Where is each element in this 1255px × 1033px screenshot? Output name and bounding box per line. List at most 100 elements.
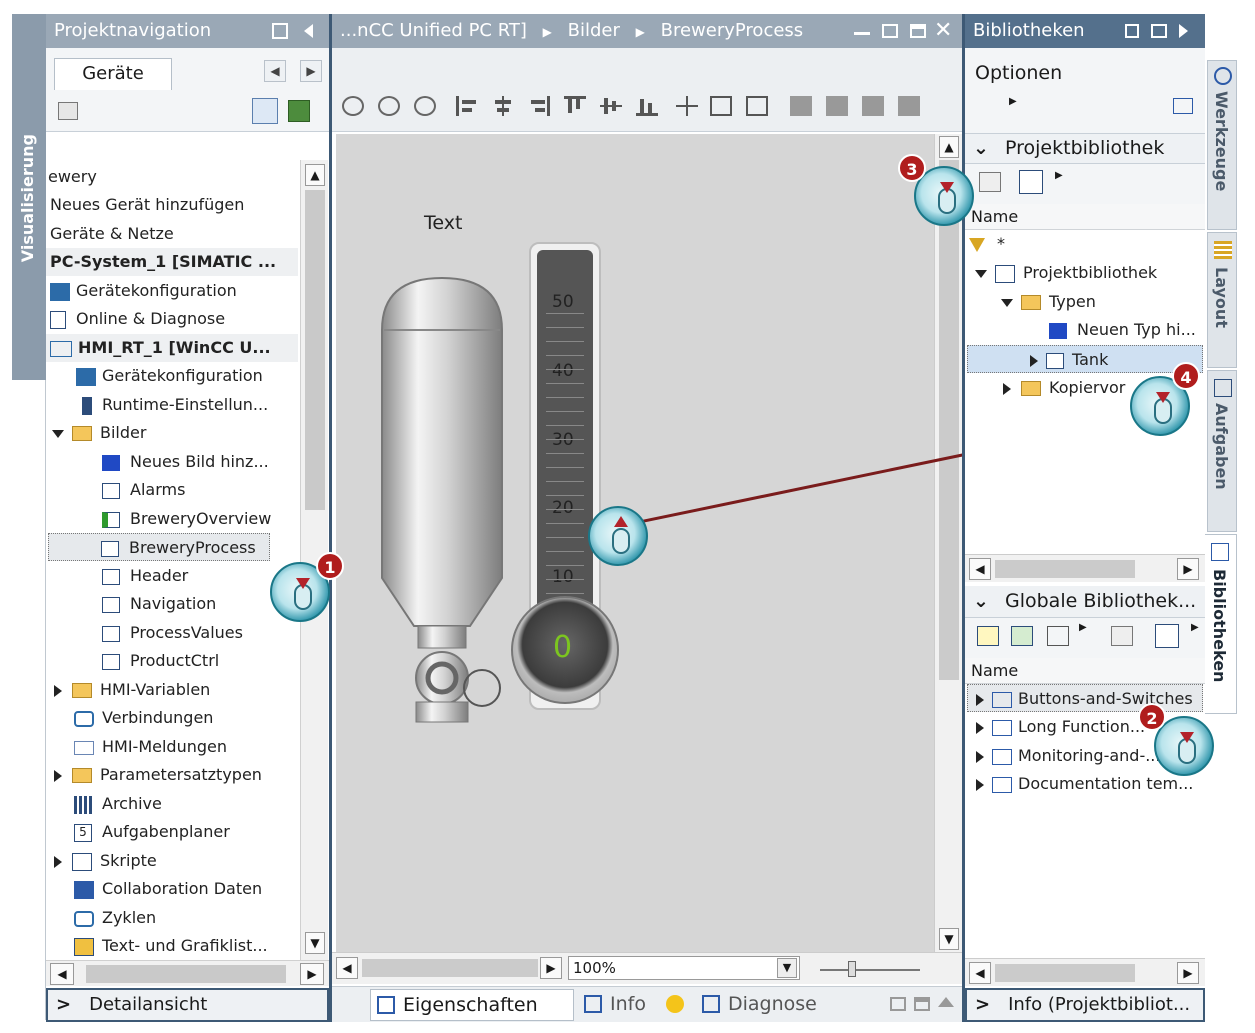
- tree-row-brewery[interactable]: ewery: [48, 163, 97, 191]
- tree-row-neuen-typ[interactable]: Neuen Typ hi...: [1049, 316, 1196, 344]
- rotate-icon[interactable]: [342, 96, 364, 116]
- tree-row-header[interactable]: Header: [102, 562, 188, 590]
- collapse-left-icon[interactable]: [304, 24, 313, 38]
- scroll-tabs-left-button[interactable]: ◀: [264, 60, 286, 82]
- visualisierung-vertical-tab[interactable]: Visualisierung: [12, 14, 46, 380]
- window-icon[interactable]: [1173, 98, 1193, 114]
- rotate-left-icon[interactable]: [378, 96, 400, 116]
- copy-icon[interactable]: [1047, 626, 1069, 646]
- expand-right-icon[interactable]: ▶: [1055, 170, 1063, 181]
- filter-row[interactable]: *: [969, 230, 1005, 258]
- expand-right-icon[interactable]: ▶: [1009, 96, 1017, 107]
- expand-right-icon[interactable]: [976, 750, 984, 763]
- tree-row-runtime-einstellungen[interactable]: Runtime-Einstellun...: [76, 391, 268, 419]
- maximize-icon[interactable]: [914, 997, 930, 1011]
- align-center-icon[interactable]: [492, 96, 514, 116]
- detail-view-bar[interactable]: > Detailansicht: [46, 988, 329, 1022]
- tank-object[interactable]: [372, 270, 522, 730]
- filter-icon[interactable]: [969, 237, 985, 252]
- tree-row-archive[interactable]: Archive: [74, 790, 162, 818]
- same-height-icon[interactable]: [746, 96, 768, 116]
- scroll-right-icon[interactable]: ▶: [300, 963, 324, 985]
- zoom-slider[interactable]: [820, 969, 920, 971]
- tab-geraete[interactable]: Geräte: [54, 58, 172, 90]
- bring-front-icon[interactable]: [790, 96, 812, 116]
- same-width-icon[interactable]: [710, 96, 732, 116]
- tree-row-product-ctrl[interactable]: ProductCtrl: [102, 647, 219, 675]
- tab-eigenschaften[interactable]: Eigenschaften: [370, 989, 574, 1021]
- tree-row-bilder[interactable]: Bilder: [52, 419, 146, 447]
- distribute-icon[interactable]: [676, 96, 698, 116]
- scroll-left-icon[interactable]: ◀: [50, 963, 74, 985]
- tree-row-long-function[interactable]: Long Function...: [976, 713, 1145, 741]
- chevron-right-icon[interactable]: >: [975, 994, 990, 1015]
- expand-right-icon[interactable]: ▶: [1079, 622, 1087, 633]
- side-tab-werkzeuge[interactable]: Werkzeuge: [1207, 60, 1237, 230]
- breadcrumb-station[interactable]: ...nCC Unified PC RT]: [340, 20, 527, 41]
- expand-right-icon[interactable]: [976, 778, 984, 791]
- float-window-icon[interactable]: [890, 997, 906, 1011]
- canvas-vertical-scrollbar[interactable]: ▲ ▼: [934, 134, 962, 952]
- hscroll-thumb[interactable]: [995, 964, 1135, 982]
- expand-right-icon[interactable]: [54, 769, 62, 782]
- zoom-select[interactable]: 100% ▼: [568, 956, 800, 980]
- tree-row-typen[interactable]: Typen: [1001, 288, 1096, 316]
- info-bar[interactable]: > Info (Projektbibliot...: [965, 988, 1205, 1022]
- scroll-left-icon[interactable]: ◀: [969, 962, 991, 984]
- align-top-icon[interactable]: [564, 96, 586, 116]
- expand-right-icon[interactable]: ▶: [1191, 622, 1199, 633]
- scroll-up-icon[interactable]: ▲: [939, 136, 959, 158]
- expand-right-icon[interactable]: [54, 684, 62, 697]
- tree-row-monitoring[interactable]: Monitoring-and-...: [976, 742, 1160, 770]
- projektbibliothek-header[interactable]: ⌄ Projektbibliothek: [965, 134, 1205, 164]
- scroll-right-icon[interactable]: ▶: [540, 957, 562, 979]
- expand-down-icon[interactable]: [975, 269, 987, 278]
- scroll-down-icon[interactable]: ▼: [305, 932, 325, 954]
- tree-row-documentation[interactable]: Documentation tem...: [976, 770, 1193, 798]
- tree-row-process-values[interactable]: ProcessValues: [102, 619, 243, 647]
- list-view-icon[interactable]: [252, 98, 278, 124]
- expand-right-icon[interactable]: [1003, 382, 1011, 395]
- side-tab-aufgaben[interactable]: Aufgaben: [1207, 370, 1237, 532]
- forward-icon[interactable]: [862, 96, 884, 116]
- float-window-icon[interactable]: [882, 24, 898, 38]
- collapse-up-icon[interactable]: [938, 997, 954, 1007]
- tab-info[interactable]: Info: [578, 989, 692, 1021]
- tree-row-online-diagnose[interactable]: Online & Diagnose: [50, 305, 225, 333]
- minimize-icon[interactable]: [854, 32, 870, 35]
- tree-row-aufgabenplaner[interactable]: 5 Aufgabenplaner: [74, 818, 230, 846]
- chevron-down-icon[interactable]: ▼: [777, 958, 797, 978]
- chevron-down-icon[interactable]: ⌄: [973, 586, 989, 616]
- expand-right-icon[interactable]: [1030, 354, 1038, 367]
- rotate-right-icon[interactable]: [414, 96, 436, 116]
- expand-right-icon[interactable]: [54, 855, 62, 868]
- tree-row-skripte[interactable]: Skripte: [54, 847, 157, 875]
- global-lib-hscrollbar[interactable]: ◀ ▶: [965, 958, 1205, 986]
- tree-row-hmi-variablen[interactable]: HMI-Variablen: [54, 676, 210, 704]
- tab-diagnose[interactable]: Diagnose: [696, 989, 852, 1021]
- tree-row-brewery-overview[interactable]: BreweryOverview: [102, 505, 271, 533]
- tree-row-collaboration-daten[interactable]: Collaboration Daten: [74, 875, 262, 903]
- tree-row-tank[interactable]: Tank: [967, 345, 1203, 373]
- export-icon[interactable]: [288, 100, 310, 122]
- tree-row-geraetekonfiguration[interactable]: Gerätekonfiguration: [50, 277, 237, 305]
- tree-row-alarms[interactable]: Alarms: [102, 476, 185, 504]
- panel-layout-icon[interactable]: [1151, 24, 1167, 38]
- tree-row-hmi-rt[interactable]: HMI_RT_1 [WinCC U...: [46, 334, 298, 362]
- zoom-slider-handle[interactable]: [848, 961, 856, 977]
- expand-right-icon[interactable]: [976, 693, 984, 706]
- side-tab-bibliotheken[interactable]: Bibliotheken: [1205, 534, 1237, 714]
- scroll-right-icon[interactable]: ▶: [1177, 962, 1199, 984]
- scroll-down-icon[interactable]: ▼: [939, 928, 959, 950]
- scroll-up-icon[interactable]: ▲: [305, 164, 325, 186]
- canvas-hscroll-thumb[interactable]: [362, 959, 538, 977]
- proj-lib-hscrollbar[interactable]: ◀ ▶: [965, 554, 1205, 582]
- maximize-icon[interactable]: [910, 24, 926, 38]
- tree-row-hmi-geraetekonfiguration[interactable]: Gerätekonfiguration: [76, 362, 263, 390]
- tree-row-kopiervorlagen[interactable]: Kopiervor: [1003, 374, 1125, 402]
- align-bottom-icon[interactable]: [636, 96, 658, 116]
- side-tab-layout[interactable]: Layout: [1207, 232, 1237, 368]
- float-window-icon[interactable]: [1125, 24, 1139, 38]
- tree-row-hmi-meldungen[interactable]: HMI-Meldungen: [74, 733, 227, 761]
- breadcrumb-brewery-process[interactable]: BreweryProcess: [661, 20, 804, 41]
